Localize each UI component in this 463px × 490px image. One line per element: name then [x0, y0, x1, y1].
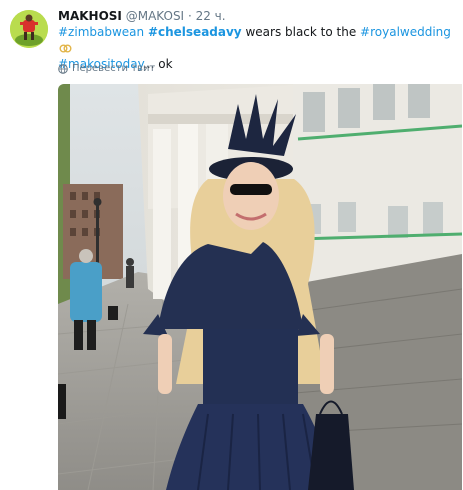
tweet-photo-image	[58, 84, 462, 490]
avatar[interactable]	[10, 10, 48, 48]
tweet-text-fragment: wears black to the	[241, 25, 361, 39]
header-separator: ·	[187, 9, 192, 23]
tweet-photo[interactable]	[58, 84, 462, 490]
hashtag-zimbabwean[interactable]: #zimbabwean	[58, 25, 144, 39]
author-handle[interactable]: @MAKOSI	[126, 9, 184, 23]
tweet-timestamp[interactable]: 22 ч.	[196, 9, 226, 23]
tweet-header: MAKHOSI @MAKOSI · 22 ч.	[58, 8, 455, 24]
author-name[interactable]: MAKHOSI	[58, 9, 122, 23]
tweet-line-1: #zimbabwean #chelseadavy wears black to …	[58, 24, 455, 56]
globe-icon	[58, 64, 68, 74]
ring-emoji-icon	[59, 44, 72, 53]
hashtag-chelseadavy[interactable]: #chelseadavy	[148, 25, 242, 39]
tweet: MAKHOSI @MAKOSI · 22 ч. #zimbabwean #che…	[0, 0, 463, 490]
avatar-image	[10, 10, 48, 48]
hashtag-royalwedding[interactable]: #royalwedding	[360, 25, 451, 39]
translate-label: Перевести твит	[72, 63, 156, 74]
translate-tweet-link[interactable]: Перевести твит	[58, 62, 155, 76]
